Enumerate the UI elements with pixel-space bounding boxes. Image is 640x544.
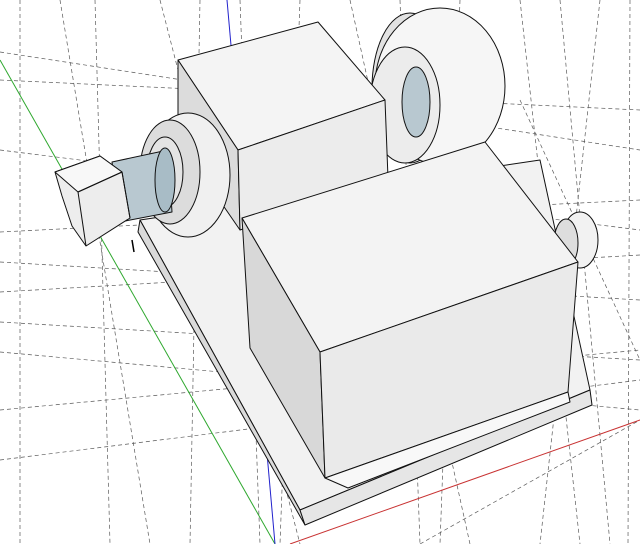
- pulley-disc-right[interactable]: [369, 7, 506, 165]
- sketchup-3d-viewport[interactable]: [0, 0, 640, 544]
- hex-nut[interactable]: [54, 155, 131, 247]
- model-scene[interactable]: [0, 0, 640, 544]
- cursor-marker: [131, 239, 135, 253]
